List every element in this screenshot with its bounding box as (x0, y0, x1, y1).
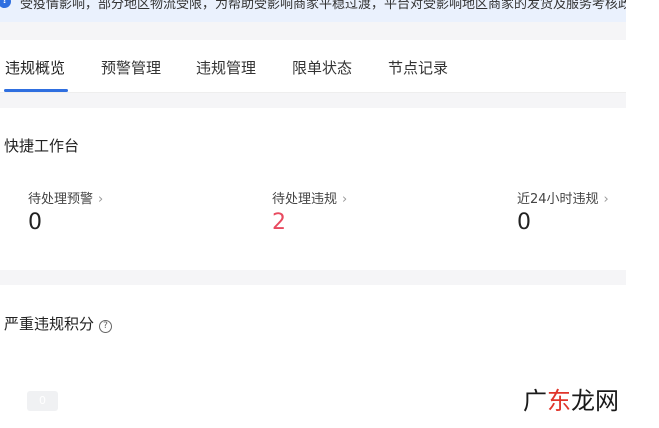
chevron-right-icon: › (98, 192, 104, 207)
score-chip: 0 (27, 391, 58, 411)
recent-24h-violations-label: 近24小时违规 (517, 192, 599, 207)
pending-violations-count: 2 (272, 210, 286, 235)
watermark-text-accent: 东 (547, 387, 571, 415)
question-icon[interactable]: ? (99, 320, 113, 333)
section-gap (0, 93, 626, 108)
tab-order-limit-status[interactable]: 限单状态 (292, 57, 352, 78)
tab-bar: 违规概览 预警管理 违规管理 限单状态 节点记录 (0, 40, 626, 93)
notice-text: 受疫情影响，部分地区物流受限，为帮助受影响商家平稳过渡，平台对受影响地区商家的发… (20, 0, 626, 12)
tab-node-records[interactable]: 节点记录 (388, 57, 448, 78)
quick-workbench-card: 快捷工作台 待处理预警 › 0 待处理违规 › 2 近24小时违规 › 0 (0, 108, 626, 270)
pending-violations-label: 待处理违规 (272, 192, 338, 207)
pending-warnings-count: 0 (28, 210, 42, 235)
pending-warnings-label: 待处理预警 (28, 192, 94, 207)
notice-banner: ! 受疫情影响，部分地区物流受限，为帮助受影响商家平稳过渡，平台对受影响地区商家… (0, 0, 626, 22)
chevron-right-icon: › (603, 192, 609, 207)
chevron-right-icon: › (342, 192, 348, 207)
section-gap (0, 270, 626, 285)
quick-workbench-title: 快捷工作台 (4, 137, 80, 155)
watermark-text-2: 龙网 (571, 387, 619, 415)
active-tab-indicator (4, 89, 68, 92)
watermark-logo: 广东龙网 (523, 381, 619, 416)
score-chip-value: 0 (39, 394, 46, 407)
tab-overview[interactable]: 违规概览 (5, 57, 65, 78)
info-icon: ! (0, 0, 11, 8)
pending-violations-link[interactable]: 待处理违规 › (272, 188, 347, 207)
watermark-text-1: 广 (523, 387, 547, 415)
section-gap (0, 22, 626, 40)
tab-violation-management[interactable]: 违规管理 (196, 57, 256, 78)
pending-warnings-link[interactable]: 待处理预警 › (28, 188, 103, 207)
serious-violation-score-title: 严重违规积分? (4, 313, 113, 334)
tab-warning-management[interactable]: 预警管理 (101, 57, 161, 78)
recent-24h-violations-count: 0 (517, 210, 531, 235)
recent-24h-violations-link[interactable]: 近24小时违规 › (517, 188, 609, 207)
score-title-text: 严重违规积分 (4, 315, 95, 333)
